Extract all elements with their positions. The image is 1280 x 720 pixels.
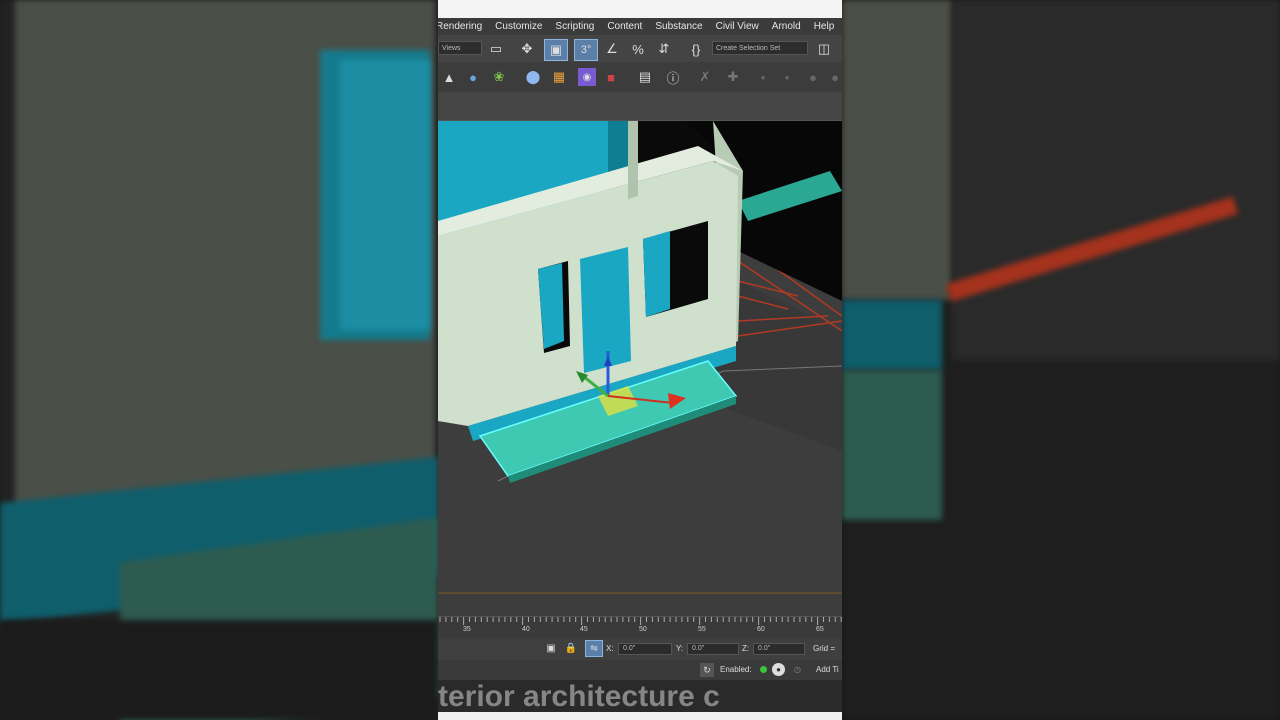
x-field[interactable]: 0.0"	[618, 643, 672, 655]
enabled-label: Enabled:	[720, 665, 752, 674]
snap-icon[interactable]: 3°	[574, 39, 598, 61]
menu-content[interactable]: Content	[601, 21, 649, 32]
render-setup-icon[interactable]: ◉	[578, 68, 596, 86]
lock-icon[interactable]: 🔒	[564, 641, 578, 655]
material-icon[interactable]: ●	[464, 68, 482, 86]
door-opening	[580, 247, 631, 373]
tick-label-50: 50	[639, 626, 647, 633]
caption-text: terior architecture c	[438, 680, 720, 713]
dot2-icon[interactable]: ●	[778, 68, 796, 86]
taskbar	[438, 712, 842, 720]
scene-explorer-icon[interactable]: ▲	[440, 68, 458, 86]
dot-icon[interactable]: ●	[754, 68, 772, 86]
dot4-icon[interactable]: ●	[828, 68, 842, 86]
dot3-icon[interactable]: ●	[804, 68, 822, 86]
select-object-icon[interactable]: ▣	[544, 39, 568, 61]
title-strip	[438, 0, 842, 18]
adaptive-degradation-icon[interactable]: ↻	[700, 663, 714, 677]
view-dropdown[interactable]: Views	[438, 41, 482, 55]
z-field[interactable]: 0.0"	[753, 643, 805, 655]
select-link-icon[interactable]: ▭	[486, 39, 506, 59]
menu-civil-view[interactable]: Civil View	[710, 21, 766, 32]
tick-label-55: 55	[698, 626, 706, 633]
ribbon-area	[438, 92, 842, 121]
perspective-viewport[interactable]	[438, 121, 842, 616]
z-value: 0.0"	[758, 645, 771, 652]
absolute-mode-icon[interactable]: ⇋	[585, 640, 603, 657]
y-value: 0.0"	[692, 645, 705, 652]
move-icon[interactable]: ✥	[516, 39, 538, 59]
max-window: Rendering Customize Scripting Content Su…	[438, 0, 842, 720]
percent-snap-icon[interactable]: %	[628, 39, 648, 59]
time-config-icon[interactable]: ●	[772, 663, 785, 676]
mirror-icon[interactable]: ◫	[814, 39, 834, 59]
grid-label: Grid =	[813, 644, 836, 653]
video-caption: terior architecture c	[438, 680, 842, 714]
viewport-scene	[438, 121, 842, 616]
coordinate-bar: ▣ 🔒 ⇋ X: 0.0" Y: 0.0" Z: 0.0" Grid =	[438, 638, 842, 660]
tick-label-40: 40	[522, 626, 530, 633]
timeline-ruler[interactable]: 35 40 45 50 55 60 65	[438, 616, 842, 639]
menu-scripting[interactable]: Scripting	[549, 21, 601, 32]
plant-icon[interactable]: ❀	[490, 68, 508, 86]
z-label: Z:	[742, 644, 750, 653]
selection-set-label: Create Selection Set	[716, 44, 781, 52]
y-field[interactable]: 0.0"	[687, 643, 739, 655]
tool-icon[interactable]: ✗	[696, 68, 714, 86]
tick-label-65: 65	[816, 626, 824, 633]
view-dropdown-label: Views	[442, 44, 461, 52]
menu-bar: Rendering Customize Scripting Content Su…	[438, 18, 842, 35]
right-blurred-backdrop	[842, 0, 1280, 720]
tick-label-35: 35	[463, 626, 471, 633]
menu-help[interactable]: Help	[808, 21, 842, 32]
left-blurred-backdrop	[0, 0, 438, 720]
x-value: 0.0"	[623, 645, 636, 652]
status-bar: ↻ Enabled: ● ◷ Add Ti	[438, 660, 842, 680]
x-label: X:	[606, 644, 614, 653]
material-editor-icon[interactable]: ▦	[550, 68, 568, 86]
menu-rendering[interactable]: Rendering	[438, 21, 489, 32]
render-frame-icon[interactable]: ▤	[636, 68, 654, 86]
spinner-snap-icon[interactable]: ⇵	[654, 39, 674, 59]
sphere-icon[interactable]: ⬤	[524, 68, 542, 86]
tick-label-60: 60	[757, 626, 765, 633]
menu-customize[interactable]: Customize	[489, 21, 549, 32]
isolate-icon[interactable]: ▣	[544, 641, 558, 655]
curly-braces-icon[interactable]: {}	[686, 39, 706, 59]
y-label: Y:	[676, 644, 684, 653]
main-toolbar: Views ▭ ✥ ▣ 3° ∠ % ⇵ {} Create Selection…	[438, 35, 842, 62]
add-time-tag-label[interactable]: Add Ti	[816, 665, 839, 674]
help-icon[interactable]: ⓘ	[664, 68, 682, 86]
render-icon[interactable]: ■	[602, 68, 620, 86]
menu-arnold[interactable]: Arnold	[766, 21, 808, 32]
tick-label-45: 45	[580, 626, 588, 633]
timeline-ticks	[439, 617, 842, 625]
clock-icon: ◷	[794, 665, 801, 674]
angle-snap-icon[interactable]: ∠	[602, 39, 622, 59]
secondary-toolbar: ▲ ● ❀ ⬤ ▦ ◉ ■ ▤ ⓘ ✗ ✚ ● ● ● ●	[438, 62, 842, 93]
pivot-icon[interactable]: ✚	[724, 68, 742, 86]
menu-substance[interactable]: Substance	[649, 21, 709, 32]
selection-set-dropdown[interactable]: Create Selection Set	[712, 41, 808, 55]
enabled-status-icon	[760, 666, 767, 673]
